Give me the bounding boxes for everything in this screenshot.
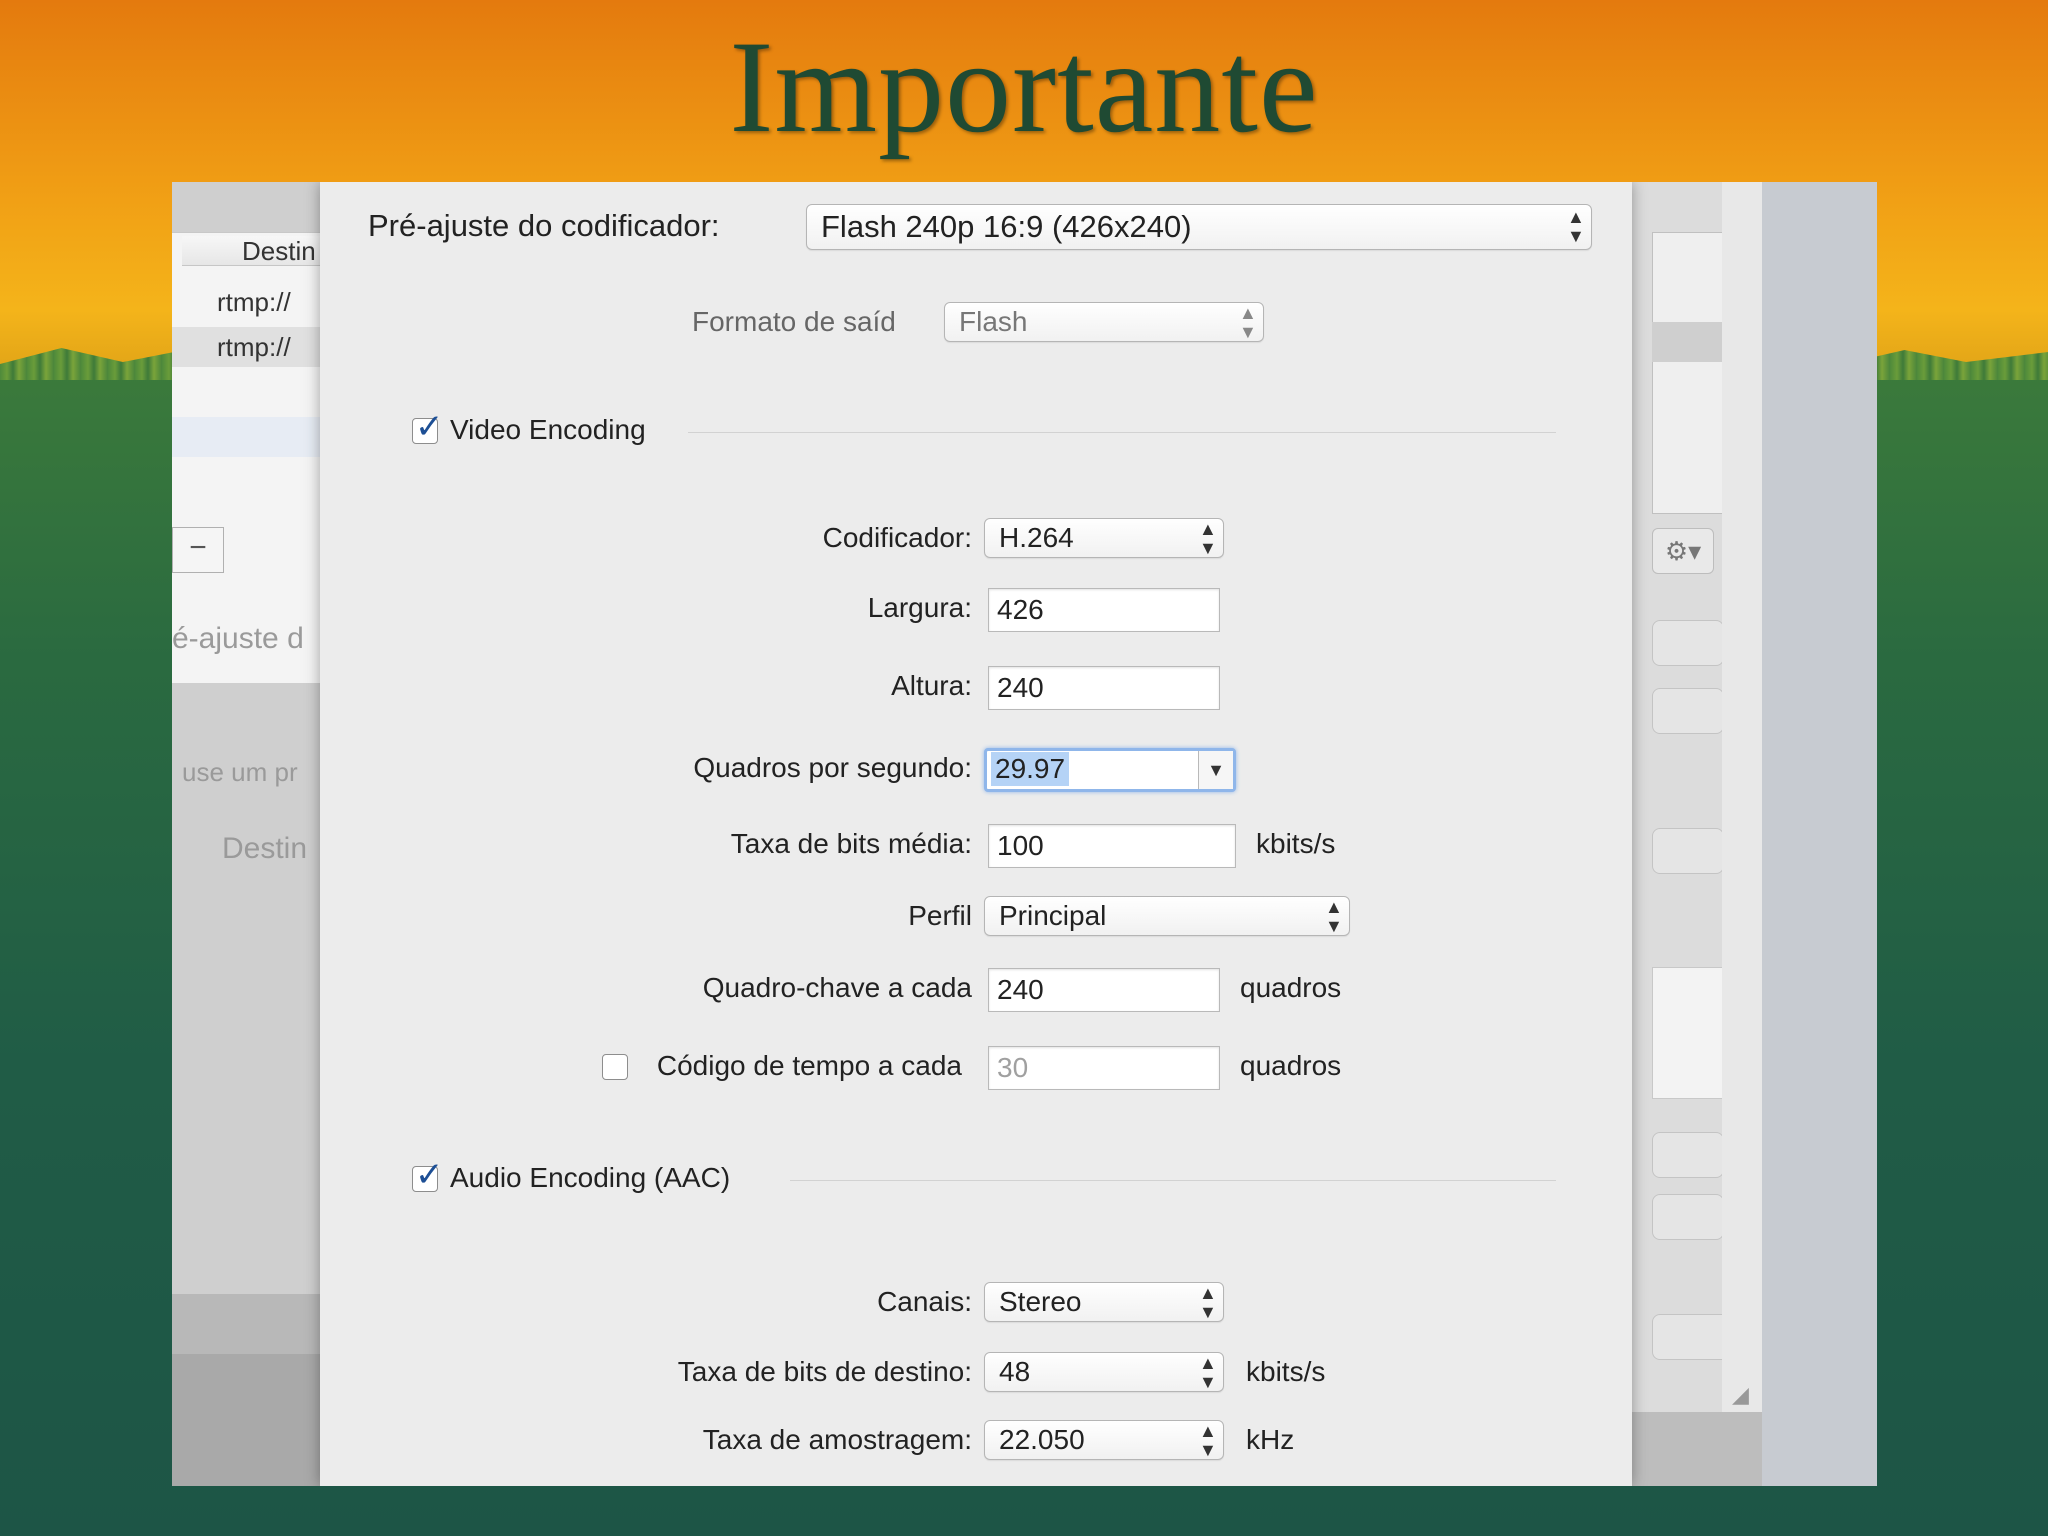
up-down-arrows-icon: ▲ ▼ [1199, 1353, 1217, 1392]
dropdown-arrow-icon[interactable]: ▼ [1198, 751, 1233, 789]
background-window-right: ⚙▾ ◢ [1632, 182, 1877, 1486]
output-format-label: Formato de saíd [692, 306, 896, 337]
background-window-left: Destin rtmp:// rtmp:// − é-ajuste d use … [172, 182, 322, 1486]
timecode-unit: quadros [1240, 1050, 1342, 1081]
screenshot-panel: Destin rtmp:// rtmp:// − é-ajuste d use … [172, 182, 1877, 1486]
ghost-button[interactable] [1652, 1194, 1724, 1240]
scrollbar[interactable] [1722, 182, 1762, 1486]
faded-preset-label: é-ajuste d [172, 622, 304, 655]
window-edge [1762, 182, 1877, 1486]
profile-label: Perfil [908, 900, 972, 931]
preset-select[interactable]: Flash 240p 16:9 (426x240) ▲ ▼ [806, 204, 1592, 250]
up-down-arrows-icon: ▲ ▼ [1199, 1283, 1217, 1322]
up-down-arrows-icon: ▲ ▼ [1325, 897, 1343, 936]
faded-destination-label: Destin [222, 832, 308, 865]
channels-value: Stereo [999, 1286, 1082, 1317]
target-bitrate-value: 48 [999, 1356, 1031, 1387]
checkmark-icon: ✓ [415, 1156, 444, 1194]
background-window-bottom [172, 1294, 322, 1354]
target-bitrate-select[interactable]: 48 ▲ ▼ [984, 1352, 1224, 1392]
channels-select[interactable]: Stereo ▲ ▼ [984, 1282, 1224, 1322]
width-label: Largura: [867, 592, 972, 623]
keyframe-unit: quadros [1240, 972, 1342, 1003]
sample-rate-label: Taxa de amostragem: [702, 1424, 972, 1455]
codec-value: H.264 [999, 522, 1074, 553]
timecode-label: Código de tempo a cada [656, 1050, 962, 1081]
faded-hint-label: use um pr [182, 757, 298, 787]
height-field[interactable]: 240 [988, 666, 1220, 710]
section-divider [688, 432, 1556, 433]
destinations-column-header[interactable]: Destin [182, 236, 322, 266]
table-row[interactable]: rtmp:// [172, 282, 322, 322]
gear-icon[interactable]: ⚙▾ [1652, 528, 1714, 574]
ghost-popup[interactable] [1652, 620, 1724, 666]
codec-label: Codificador: [822, 522, 972, 553]
codec-select[interactable]: H.264 ▲ ▼ [984, 518, 1224, 558]
right-table [1652, 232, 1724, 514]
background-window-lower-right [1632, 1412, 1762, 1486]
table-row-empty [172, 417, 322, 457]
fps-label: Quadros por segundo: [693, 752, 972, 783]
section-divider [790, 1180, 1556, 1181]
video-encoding-label: Video Encoding [450, 414, 646, 445]
preset-value: Flash 240p 16:9 (426x240) [821, 209, 1192, 244]
channels-label: Canais: [877, 1286, 972, 1317]
audio-encoding-label: Audio Encoding (AAC) [450, 1162, 731, 1193]
table-row[interactable]: rtmp:// [172, 327, 322, 367]
timecode-checkbox[interactable] [602, 1054, 628, 1080]
up-down-arrows-icon: ▲ ▼ [1567, 207, 1585, 246]
target-bitrate-unit: kbits/s [1246, 1356, 1326, 1387]
resize-grip-icon[interactable]: ◢ [1732, 1382, 1754, 1407]
up-down-arrows-icon: ▲ ▼ [1239, 303, 1257, 342]
profile-select[interactable]: Principal ▲ ▼ [984, 896, 1350, 936]
ghost-button[interactable] [1652, 1132, 1724, 1178]
target-bitrate-label: Taxa de bits de destino: [677, 1356, 972, 1387]
fps-combobox[interactable]: 29.97 ▼ [984, 748, 1236, 792]
avg-bitrate-field[interactable]: 100 [988, 824, 1236, 868]
up-down-arrows-icon: ▲ ▼ [1199, 1421, 1217, 1460]
ghost-button[interactable] [1652, 828, 1724, 874]
output-format-value: Flash [959, 306, 1028, 337]
keyframe-label: Quadro-chave a cada [702, 972, 972, 1003]
remove-button[interactable]: − [172, 527, 224, 573]
right-table-selected-row [1652, 322, 1722, 362]
background-window-lower [172, 1354, 322, 1486]
sample-rate-select[interactable]: 22.050 ▲ ▼ [984, 1420, 1224, 1460]
right-text-area [1652, 967, 1724, 1099]
up-down-arrows-icon: ▲ ▼ [1199, 519, 1217, 558]
profile-value: Principal [999, 900, 1107, 931]
timecode-field[interactable]: 30 [988, 1046, 1220, 1090]
height-label: Altura: [891, 670, 972, 701]
encoder-settings-sheet: Pré-ajuste do codificador: Flash 240p 16… [320, 182, 1632, 1486]
sample-rate-unit: kHz [1246, 1424, 1295, 1455]
output-format-select[interactable]: Flash ▲ ▼ [944, 302, 1264, 342]
sample-rate-value: 22.050 [999, 1424, 1085, 1455]
ghost-button[interactable] [1652, 688, 1724, 734]
avg-bitrate-unit: kbits/s [1256, 828, 1336, 859]
width-field[interactable]: 426 [988, 588, 1220, 632]
checkmark-icon: ✓ [415, 408, 444, 446]
slide-title: Importante [729, 13, 1319, 160]
keyframe-field[interactable]: 240 [988, 968, 1220, 1012]
audio-encoding-checkbox[interactable]: ✓ [412, 1156, 444, 1194]
video-encoding-checkbox[interactable]: ✓ [412, 408, 444, 446]
fps-value[interactable]: 29.97 [991, 752, 1070, 786]
avg-bitrate-label: Taxa de bits média: [730, 828, 972, 859]
preset-label: Pré-ajuste do codificador: [368, 208, 720, 243]
